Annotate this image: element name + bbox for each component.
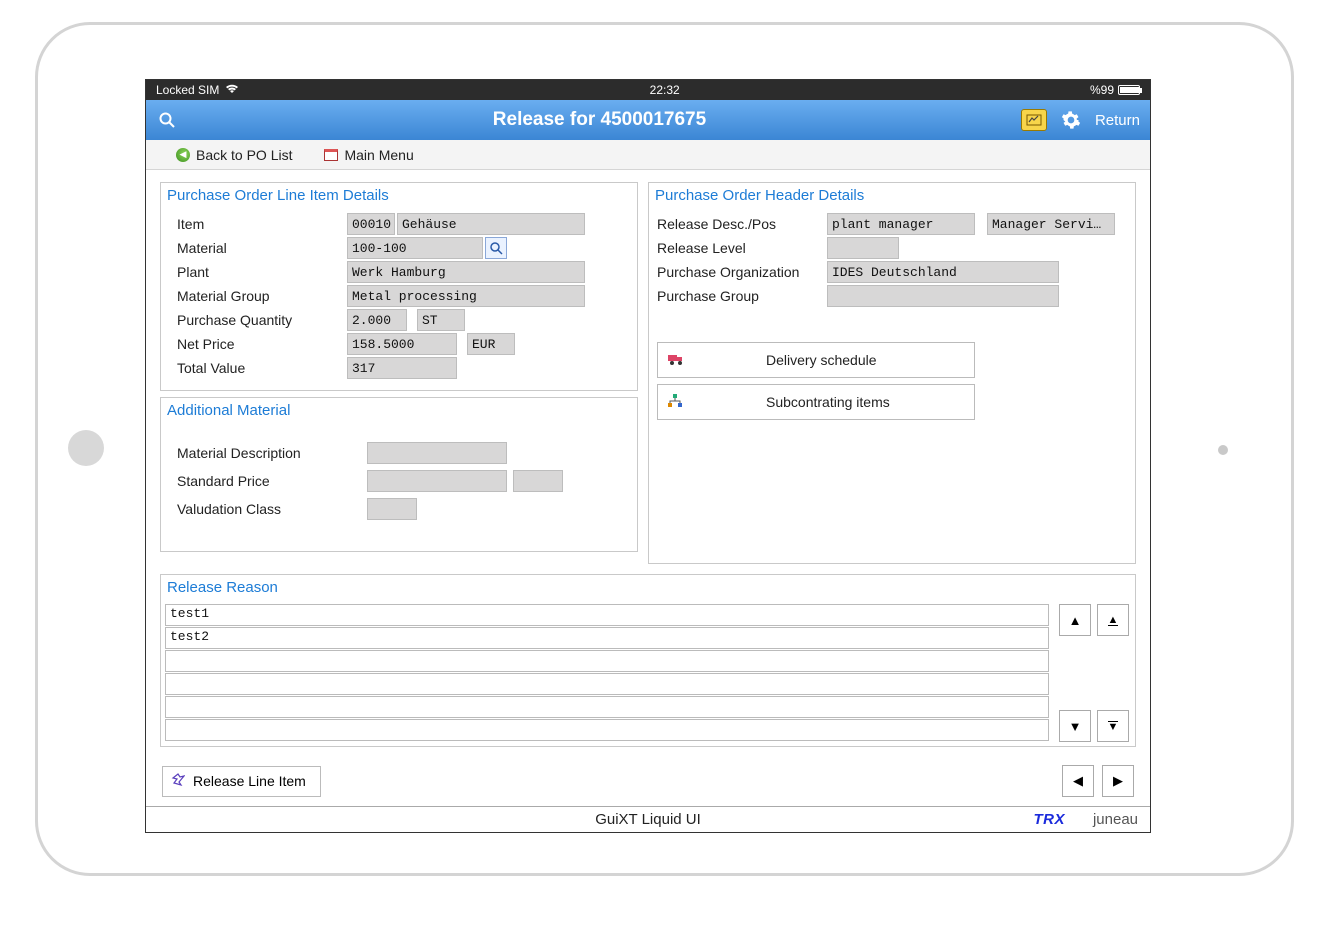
delivery-schedule-button[interactable]: Delivery schedule [657, 342, 975, 378]
bottom-action-row: Release Line Item ◀ ▶ [160, 765, 1136, 797]
calendar-icon [324, 149, 338, 161]
item-code: 00010 [347, 213, 395, 235]
screen: Locked SIM 22:32 %99 Release for 4500017… [145, 79, 1151, 833]
netprice-value: 158.5000 [347, 333, 457, 355]
scroll-top-button[interactable]: ▲ [1097, 604, 1129, 636]
header-panel: Purchase Order Header Details Release De… [648, 182, 1136, 564]
reldesc-v1: plant manager [827, 213, 975, 235]
app-toolbar: Release for 4500017675 Return [146, 100, 1150, 140]
stdprice-cur[interactable] [513, 470, 563, 492]
qty-label: Purchase Quantity [177, 312, 347, 328]
rellevel-label: Release Level [657, 240, 827, 256]
reason-line[interactable] [165, 719, 1049, 741]
additional-material-panel: Additional Material Material Description… [160, 397, 638, 552]
release-reason-panel: Release Reason test1 test2 ▲ ▲ ▼ [160, 574, 1136, 747]
truck-icon [668, 352, 686, 369]
release-icon [171, 773, 185, 790]
subcon-label: Subcontrating items [766, 394, 890, 410]
line-item-title: Purchase Order Line Item Details [161, 183, 637, 208]
reason-title: Release Reason [161, 575, 1135, 600]
qty-value: 2.000 [347, 309, 407, 331]
battery-percent: %99 [1090, 83, 1114, 97]
sim-status: Locked SIM [156, 83, 219, 97]
footer-title: GuiXT Liquid UI [595, 811, 701, 828]
matdesc-value[interactable] [367, 442, 507, 464]
trx-label[interactable]: TRX [1034, 811, 1066, 828]
reason-line[interactable]: test1 [165, 604, 1049, 626]
clock: 22:32 [650, 83, 680, 97]
back-arrow-icon: ◀ [176, 148, 190, 162]
valclass-label: Valudation Class [177, 501, 367, 517]
porg-value: IDES Deutschland [827, 261, 1059, 283]
scroll-down-button[interactable]: ▼ [1059, 710, 1091, 742]
delivery-label: Delivery schedule [766, 352, 877, 368]
matdesc-label: Material Description [177, 445, 367, 461]
stdprice-value[interactable] [367, 470, 507, 492]
scroll-up-button[interactable]: ▲ [1059, 604, 1091, 636]
reldesc-v2: Manager Servi… [987, 213, 1115, 235]
porg-label: Purchase Organization [657, 264, 827, 280]
header-title: Purchase Order Header Details [649, 183, 1135, 208]
netprice-label: Net Price [177, 336, 347, 352]
total-value: 317 [347, 357, 457, 379]
reason-line[interactable]: test2 [165, 627, 1049, 649]
page-title: Release for 4500017675 [493, 109, 706, 131]
menu-label: Main Menu [344, 147, 413, 163]
release-line-item-button[interactable]: Release Line Item [162, 766, 321, 797]
gear-icon[interactable] [1061, 110, 1081, 130]
qty-unit: ST [417, 309, 465, 331]
addmat-title: Additional Material [161, 398, 637, 423]
plant-label: Plant [177, 264, 347, 280]
breadcrumb-nav: ◀ Back to PO List Main Menu [146, 140, 1150, 170]
back-to-po-list[interactable]: ◀ Back to PO List [176, 147, 292, 163]
matgroup-value: Metal processing [347, 285, 585, 307]
valclass-value[interactable] [367, 498, 417, 520]
return-button[interactable]: Return [1095, 112, 1140, 129]
next-button[interactable]: ▶ [1102, 765, 1134, 797]
release-label: Release Line Item [193, 773, 306, 789]
item-label: Item [177, 216, 347, 232]
camera-dot [1218, 445, 1228, 455]
item-text: Gehäuse [397, 213, 585, 235]
reldesc-label: Release Desc./Pos [657, 216, 827, 232]
pgroup-value [827, 285, 1059, 307]
material-value: 100-100 [347, 237, 483, 259]
search-icon[interactable] [156, 109, 178, 131]
material-search-button[interactable] [485, 237, 507, 259]
wifi-icon [225, 83, 239, 97]
reason-line[interactable] [165, 696, 1049, 718]
total-label: Total Value [177, 360, 347, 376]
ios-status-bar: Locked SIM 22:32 %99 [146, 80, 1150, 100]
matgroup-label: Material Group [177, 288, 347, 304]
reason-line[interactable] [165, 673, 1049, 695]
main-menu-link[interactable]: Main Menu [324, 147, 413, 163]
sap-shortcut-icon[interactable] [1021, 109, 1047, 131]
back-label: Back to PO List [196, 147, 292, 163]
subcontracting-items-button[interactable]: Subcontrating items [657, 384, 975, 420]
content-area: Purchase Order Line Item Details Item 00… [146, 170, 1150, 805]
prev-button[interactable]: ◀ [1062, 765, 1094, 797]
reason-line[interactable] [165, 650, 1049, 672]
footer-bar: GuiXT Liquid UI TRX juneau [146, 806, 1150, 832]
material-label: Material [177, 240, 347, 256]
line-item-panel: Purchase Order Line Item Details Item 00… [160, 182, 638, 391]
battery-icon [1118, 85, 1140, 95]
hierarchy-icon [668, 394, 686, 411]
server-label: juneau [1093, 811, 1138, 828]
pgroup-label: Purchase Group [657, 288, 827, 304]
home-button-left [68, 430, 104, 466]
reason-lines: test1 test2 [165, 604, 1049, 742]
stdprice-label: Standard Price [177, 473, 367, 489]
plant-value: Werk Hamburg [347, 261, 585, 283]
scroll-bottom-button[interactable]: ▼ [1097, 710, 1129, 742]
rellevel-value [827, 237, 899, 259]
netprice-cur: EUR [467, 333, 515, 355]
